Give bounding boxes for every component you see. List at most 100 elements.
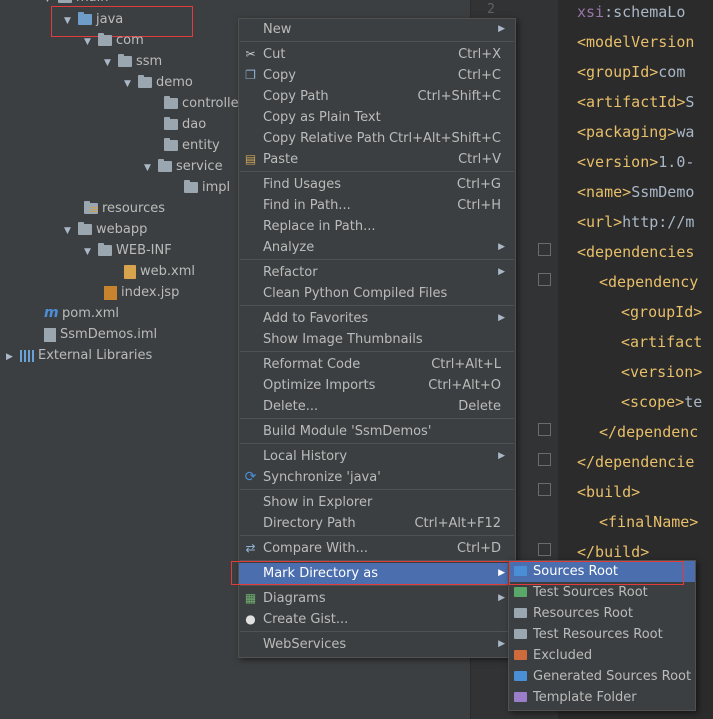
tree-item-external-libraries[interactable]: ▶ External Libraries	[6, 345, 152, 366]
code-line: <groupId>	[621, 303, 703, 321]
fold-marker-icon[interactable]	[538, 243, 551, 256]
folder-icon	[58, 0, 72, 3]
code-line: <build>	[577, 483, 641, 501]
tree-item-dao[interactable]: dao	[164, 114, 206, 135]
menu-separator	[240, 305, 514, 306]
fold-marker-icon[interactable]	[538, 453, 551, 466]
submenu-arrow-icon: ▶	[498, 451, 505, 461]
menu-separator	[240, 535, 514, 536]
menu-item-compare-with[interactable]: ⇄ Compare With... Ctrl+D	[239, 538, 515, 559]
code-line: <dependency	[599, 273, 699, 291]
expand-arrow-icon[interactable]: ▼	[64, 221, 78, 242]
submenu-item-test-resources-root[interactable]: Test Resources Root	[509, 624, 695, 645]
menu-item-show-image-thumbnails[interactable]: Show Image Thumbnails	[239, 329, 515, 350]
folder-icon	[164, 96, 178, 109]
menu-item-paste[interactable]: ▤ Paste Ctrl+V	[239, 149, 515, 170]
folder-icon	[118, 54, 132, 67]
menu-item-build-module[interactable]: Build Module 'SsmDemos'	[239, 421, 515, 442]
tree-item-resources[interactable]: resources	[84, 198, 165, 219]
submenu-item-template-folder[interactable]: Template Folder	[509, 687, 695, 708]
menu-item-replace-in-path[interactable]: Replace in Path...	[239, 216, 515, 237]
code-line: <modelVersion	[577, 33, 695, 51]
test-sources-folder-icon	[514, 587, 527, 597]
menu-item-find-in-path[interactable]: Find in Path... Ctrl+H	[239, 195, 515, 216]
tree-item-controller[interactable]: controller	[164, 93, 244, 114]
collapse-arrow-icon[interactable]: ▶	[6, 347, 20, 368]
menu-item-new[interactable]: New ▶	[239, 19, 515, 40]
resources-folder-icon	[84, 201, 98, 214]
tree-item-demo[interactable]: ▼ demo	[124, 72, 193, 93]
jsp-file-icon	[104, 285, 117, 300]
menu-item-copy-relative-path[interactable]: Copy Relative Path Ctrl+Alt+Shift+C	[239, 128, 515, 149]
menu-separator	[240, 585, 514, 586]
menu-item-diagrams[interactable]: ▦ Diagrams ▶	[239, 588, 515, 609]
submenu-item-test-sources-root[interactable]: Test Sources Root	[509, 582, 695, 603]
menu-separator	[240, 631, 514, 632]
submenu-item-excluded[interactable]: Excluded	[509, 645, 695, 666]
fold-marker-icon[interactable]	[538, 543, 551, 556]
fold-marker-icon[interactable]	[538, 273, 551, 286]
submenu-item-generated-sources-root[interactable]: Generated Sources Root	[509, 666, 695, 687]
tree-item-entity[interactable]: entity	[164, 135, 220, 156]
menu-item-local-history[interactable]: Local History ▶	[239, 446, 515, 467]
menu-item-copy-plain-text[interactable]: Copy as Plain Text	[239, 107, 515, 128]
menu-item-reformat-code[interactable]: Reformat Code Ctrl+Alt+L	[239, 354, 515, 375]
menu-item-add-to-favorites[interactable]: Add to Favorites ▶	[239, 308, 515, 329]
fold-marker-icon[interactable]	[538, 423, 551, 436]
tree-item-pom-xml[interactable]: m pom.xml	[44, 303, 119, 324]
xml-file-icon	[124, 264, 136, 279]
tree-item-iml[interactable]: SsmDemos.iml	[44, 324, 157, 345]
menu-separator	[240, 489, 514, 490]
line-number: 2	[487, 2, 495, 17]
tree-item-web-xml[interactable]: web.xml	[124, 261, 195, 282]
folder-icon	[164, 117, 178, 130]
menu-item-delete[interactable]: Delete... Delete	[239, 396, 515, 417]
submenu-item-resources-root[interactable]: Resources Root	[509, 603, 695, 624]
code-line: <groupId>com	[577, 63, 686, 81]
sources-root-highlight-box	[509, 561, 684, 585]
menu-item-optimize-imports[interactable]: Optimize Imports Ctrl+Alt+O	[239, 375, 515, 396]
tree-item-service[interactable]: ▼ service	[144, 156, 223, 177]
menu-item-refactor[interactable]: Refactor ▶	[239, 262, 515, 283]
expand-arrow-icon[interactable]: ▼	[84, 242, 98, 263]
resources-folder-icon	[514, 608, 527, 618]
code-line: <name>SsmDemo	[577, 183, 695, 201]
module-file-icon	[44, 327, 56, 342]
code-line: <finalName>	[599, 513, 699, 531]
compare-icon: ⇄	[245, 541, 256, 555]
code-line: <version>	[621, 363, 703, 381]
code-line: xsi:schemaLo	[577, 3, 686, 21]
tree-item-ssm[interactable]: ▼ ssm	[104, 51, 162, 72]
folder-icon	[78, 222, 92, 235]
tree-item-com[interactable]: ▼ com	[84, 30, 144, 51]
tree-item-impl[interactable]: impl	[184, 177, 230, 198]
tree-item-web-inf[interactable]: ▼ WEB-INF	[84, 240, 172, 261]
menu-item-create-gist[interactable]: ● Create Gist...	[239, 609, 515, 630]
menu-item-synchronize[interactable]: ⟳ Synchronize 'java'	[239, 467, 515, 488]
menu-item-webservices[interactable]: WebServices ▶	[239, 634, 515, 655]
menu-item-copy-path[interactable]: Copy Path Ctrl+Shift+C	[239, 86, 515, 107]
submenu-arrow-icon: ▶	[498, 313, 505, 323]
tree-item-webapp[interactable]: ▼ webapp	[64, 219, 147, 240]
expand-arrow-icon[interactable]: ▼	[144, 158, 158, 179]
folder-icon	[164, 138, 178, 151]
menu-separator	[240, 41, 514, 42]
menu-item-analyze[interactable]: Analyze ▶	[239, 237, 515, 258]
scissors-icon: ✂	[245, 47, 256, 61]
menu-item-clean-python[interactable]: Clean Python Compiled Files	[239, 283, 515, 304]
fold-marker-icon[interactable]	[538, 483, 551, 496]
menu-item-cut[interactable]: ✂ Cut Ctrl+X	[239, 44, 515, 65]
folder-icon	[184, 180, 198, 193]
menu-separator	[240, 351, 514, 352]
tree-item-index-jsp[interactable]: index.jsp	[104, 282, 179, 303]
expand-arrow-icon[interactable]: ▼	[124, 74, 138, 95]
folder-icon	[158, 159, 172, 172]
expand-arrow-icon[interactable]: ▼	[84, 32, 98, 53]
menu-item-show-in-explorer[interactable]: Show in Explorer	[239, 492, 515, 513]
menu-item-find-usages[interactable]: Find Usages Ctrl+G	[239, 174, 515, 195]
menu-item-directory-path[interactable]: Directory Path Ctrl+Alt+F12	[239, 513, 515, 534]
menu-separator	[240, 418, 514, 419]
menu-item-copy[interactable]: ❐ Copy Ctrl+C	[239, 65, 515, 86]
sync-icon: ⟳	[244, 469, 257, 485]
expand-arrow-icon[interactable]: ▼	[104, 53, 118, 74]
